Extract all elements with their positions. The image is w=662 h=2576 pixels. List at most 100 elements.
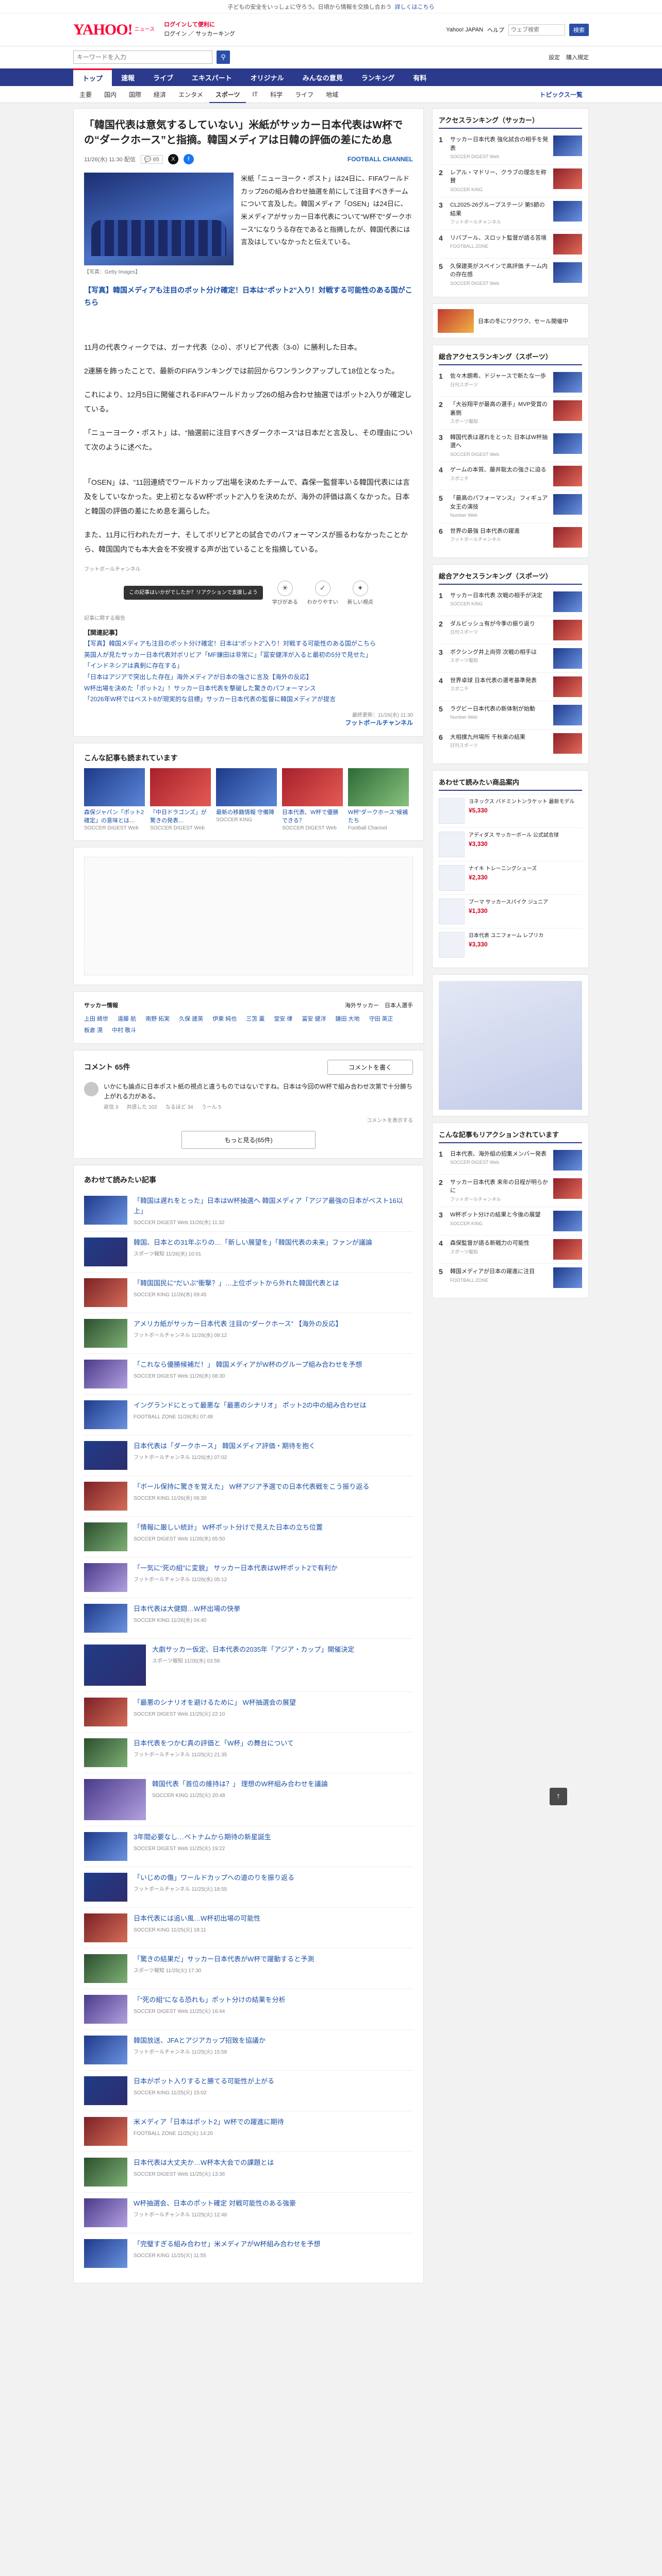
ranking-thumbnail[interactable] (553, 527, 582, 548)
cat-world[interactable]: 国際 (123, 90, 147, 99)
article-thumbnail[interactable] (84, 1482, 127, 1511)
recommended-item[interactable]: 「韓国は遅れをとった」日本はW杯抽選へ 韓国メディア「アジア最強の日本がベスト1… (84, 1190, 413, 1231)
product-thumbnail[interactable] (439, 798, 465, 824)
cat-domestic[interactable]: 国内 (98, 90, 123, 99)
article-thumbnail[interactable] (84, 1995, 127, 2024)
recommended-item[interactable]: 「いじめの傷」ワールドカップへの道のりを振り返る フットボールチャンネル 11/2… (84, 1867, 413, 1907)
ranking-item[interactable]: 2 レアル・マドリー、クラブの理念を称賛 SOCCER KING (439, 164, 582, 197)
product-title[interactable]: ナイキ トレーニングシューズ (469, 865, 537, 873)
ranking-title[interactable]: リバプール、スロット監督が語る苦境 (450, 234, 549, 243)
ranking-thumbnail[interactable] (553, 619, 582, 640)
recommended-title[interactable]: 韓国代表「首位の維持は？」 理想のW杯組み合わせを議論 (152, 1779, 328, 1789)
article-thumbnail[interactable] (84, 2198, 127, 2228)
player-tag[interactable]: 板倉 滉 (84, 1026, 103, 1034)
related-link[interactable]: 【写真】韓国メディアも注目のポット分け確定！日本は“ポット2”入り！対戦する可能… (84, 638, 413, 650)
ranking-item[interactable]: 4 世界卓球 日本代表の選考基準発表 スポニチ (439, 672, 582, 701)
x-share-icon[interactable]: X (168, 154, 178, 164)
show-comments-toggle[interactable]: コメントを表示する (84, 1116, 413, 1124)
recommended-title[interactable]: 「一気に“死の組”に変貌」 サッカー日本代表はW杯ポット2で有利か (134, 1563, 338, 1573)
player-tag[interactable]: 伊東 純也 (212, 1014, 237, 1023)
product-title[interactable]: ヨネックス バドミントンラケット 最新モデル (469, 798, 575, 806)
nav-top[interactable]: トップ (73, 69, 112, 86)
recommended-item[interactable]: 「これなら優勝候補だ！」 韓国メディアがW杯のグループ組み合わせを予想 SOCCE… (84, 1353, 413, 1394)
nav-expert[interactable]: エキスパート (183, 69, 241, 86)
yahoo-logo[interactable]: YAHOO! (73, 21, 133, 39)
ranking-thumbnail[interactable] (553, 400, 582, 421)
recommended-item[interactable]: 日本代表は大健闘…W杯出場の快挙 SOCCER KING 11/26(水) 04:… (84, 1598, 413, 1638)
recommended-title[interactable]: 「情報に厳しい統計」 W杯ポット分けで見えた日本の立ち位置 (134, 1522, 323, 1533)
recommended-title[interactable]: 「最悪のシナリオを避けるために」 W杯抽選会の展望 (134, 1698, 296, 1708)
ranking-thumbnail[interactable] (553, 1178, 582, 1199)
related-link[interactable]: W杯出場を決めた「ポット2」！サッカー日本代表を撃破した驚きのパフォーマンス (84, 683, 413, 694)
recommended-item[interactable]: 大劇サッカー仮定、日本代表の2035年「アジア・カップ」開催決定 スポーツ報知 1… (84, 1638, 413, 1691)
nav-live[interactable]: ライブ (144, 69, 183, 86)
nav-ranking[interactable]: ランキング (352, 69, 404, 86)
promo-link[interactable]: サッカーキング (195, 31, 235, 37)
article-thumbnail[interactable] (84, 1360, 127, 1389)
tags-right-title[interactable]: 海外サッカー 日本人選手 (345, 1001, 413, 1009)
ranking-title[interactable]: 韓国メディアが日本の躍進に注目 (450, 1267, 549, 1276)
nav-paid[interactable]: 有料 (404, 69, 436, 86)
news-search-input[interactable] (73, 50, 212, 64)
ranking-title[interactable]: W杯ポット分けの結果と今後の展望 (450, 1211, 549, 1219)
ranking-item[interactable]: 1 サッカー日本代表 次戦の相手が決定 SOCCER KING (439, 588, 582, 616)
player-tag[interactable]: 守田 英正 (369, 1014, 393, 1023)
recommended-item[interactable]: 韓国代表「首位の維持は？」 理想のW杯組み合わせを議論 SOCCER KING 1… (84, 1773, 413, 1826)
report-link[interactable]: 記事に関する報告 (84, 614, 413, 621)
ranking-item[interactable]: 5 久保建英がスペインで高評価 チーム内の存在感 SOCCER DIGEST Web (439, 258, 582, 291)
recommended-item[interactable]: 日本代表は大丈夫か…W杯本大会での課題とは SOCCER DIGEST Web 1… (84, 2151, 413, 2192)
cat-local[interactable]: 地域 (320, 90, 344, 99)
recommended-item[interactable]: 米メディア「日本はポット2」W杯での躍進に期待 FOOTBALL ZONE 11/… (84, 2111, 413, 2151)
cat-it[interactable]: IT (246, 91, 264, 98)
facebook-share-icon[interactable]: f (183, 154, 194, 164)
ranking-title[interactable]: 日本代表、海外組の招集メンバー発表 (450, 1150, 549, 1159)
recommended-item[interactable]: イングランドにとって最悪な「最悪のシナリオ」 ポット2の中の組み合わせは FOOT… (84, 1394, 413, 1435)
player-tag[interactable]: 冨安 健洋 (302, 1014, 326, 1023)
ranking-item[interactable]: 5 「最高のパフォーマンス」 フィギュア女王の演技 Number Web (439, 490, 582, 523)
ranking-thumbnail[interactable] (553, 135, 582, 156)
thumb-card[interactable]: W杯“ダークホース”候補たち Football Channel (348, 768, 409, 831)
cat-economy[interactable]: 経済 (147, 90, 172, 99)
article-thumbnail[interactable] (84, 1441, 127, 1470)
reaction-learn[interactable]: ☀ 学びがある (272, 580, 298, 605)
ranking-thumbnail[interactable] (553, 466, 582, 486)
shop-item[interactable]: プーマ サッカースパイク ジュニア ¥1,330 (439, 894, 582, 928)
article-thumbnail[interactable] (84, 1832, 127, 1861)
ranking-title[interactable]: 佐々木朗希、ドジャースで新たな一歩 (450, 372, 549, 381)
recommended-title[interactable]: 「完璧すぎる組み合わせ」米メディアがW杯組み合わせを予想 (134, 2239, 320, 2249)
ranking-title[interactable]: レアル・マドリー、クラブの理念を称賛 (450, 168, 549, 185)
shop-item[interactable]: アディダス サッカーボール 公式試合球 ¥3,330 (439, 827, 582, 861)
ranking-item[interactable]: 4 ゲームの本質、藤井聡太の強さに迫る スポニチ (439, 462, 582, 490)
ranking-title[interactable]: ボクシング井上尚弥 次戦の相手は (450, 648, 549, 657)
recommended-title[interactable]: 日本がポット入りすると勝てる可能性が上がる (134, 2076, 274, 2087)
ranking-item[interactable]: 4 リバプール、スロット監督が語る苦境 FOOTBALL ZONE (439, 229, 582, 258)
recommended-title[interactable]: 日本代表は大健闘…W杯出場の快挙 (134, 1604, 240, 1614)
header-search-input[interactable] (508, 24, 565, 36)
shop-item[interactable]: ヨネックス バドミントンラケット 最新モデル ¥5,330 (439, 793, 582, 827)
recommended-item[interactable]: 「ボール保持に驚きを覚えた」 W杯アジア予選での日本代表戦をこう振り返る SOCC… (84, 1476, 413, 1516)
article-thumbnail[interactable] (84, 2239, 127, 2268)
ranking-thumbnail[interactable] (553, 1211, 582, 1231)
ranking-thumbnail[interactable] (553, 233, 582, 255)
ranking-thumbnail[interactable] (553, 201, 582, 222)
ranking-thumbnail[interactable] (553, 676, 582, 697)
player-tag[interactable]: 南野 拓実 (145, 1014, 170, 1023)
product-title[interactable]: アディダス サッカーボール 公式試合球 (469, 832, 559, 839)
recommended-title[interactable]: イングランドにとって最悪な「最悪のシナリオ」 ポット2の中の組み合わせは (134, 1400, 367, 1411)
cat-life[interactable]: ライフ (289, 90, 320, 99)
insight-button[interactable]: なるほど 34 (166, 1104, 193, 1112)
recommended-title[interactable]: 米メディア「日本はポット2」W杯での躍進に期待 (134, 2117, 284, 2127)
recommended-item[interactable]: 日本代表には追い風…W杯初出場の可能性 SOCCER KING 11/25(火) … (84, 1907, 413, 1948)
thumb-card[interactable]: 森保ジャパン「ポット2確定」の意味とは… SOCCER DIGEST Web (84, 768, 145, 831)
ranking-thumbnail[interactable] (553, 1239, 582, 1260)
reply-button[interactable]: 返信 3 (104, 1104, 118, 1112)
product-title[interactable]: プーマ サッカースパイク ジュニア (469, 899, 548, 906)
ranking-item[interactable]: 3 W杯ポット分けの結果と今後の展望 SOCCER KING (439, 1207, 582, 1235)
cat-sports[interactable]: スポーツ (209, 90, 246, 103)
recommended-title[interactable]: 日本代表は「ダークホース」 韓国メディア評価・期待を抱く (134, 1441, 316, 1451)
cat-entertainment[interactable]: エンタメ (172, 90, 209, 99)
recommended-title[interactable]: 大劇サッカー仮定、日本代表の2035年「アジア・カップ」開催決定 (152, 1645, 354, 1655)
related-link[interactable]: 英国人が見たサッカー日本代表対ボリビア「MF鎌田は非常に」「冨安健洋が入ると最初… (84, 650, 413, 661)
nav-breaking[interactable]: 速報 (112, 69, 144, 86)
ranking-title[interactable]: サッカー日本代表 来年の日程が明らかに (450, 1178, 549, 1195)
